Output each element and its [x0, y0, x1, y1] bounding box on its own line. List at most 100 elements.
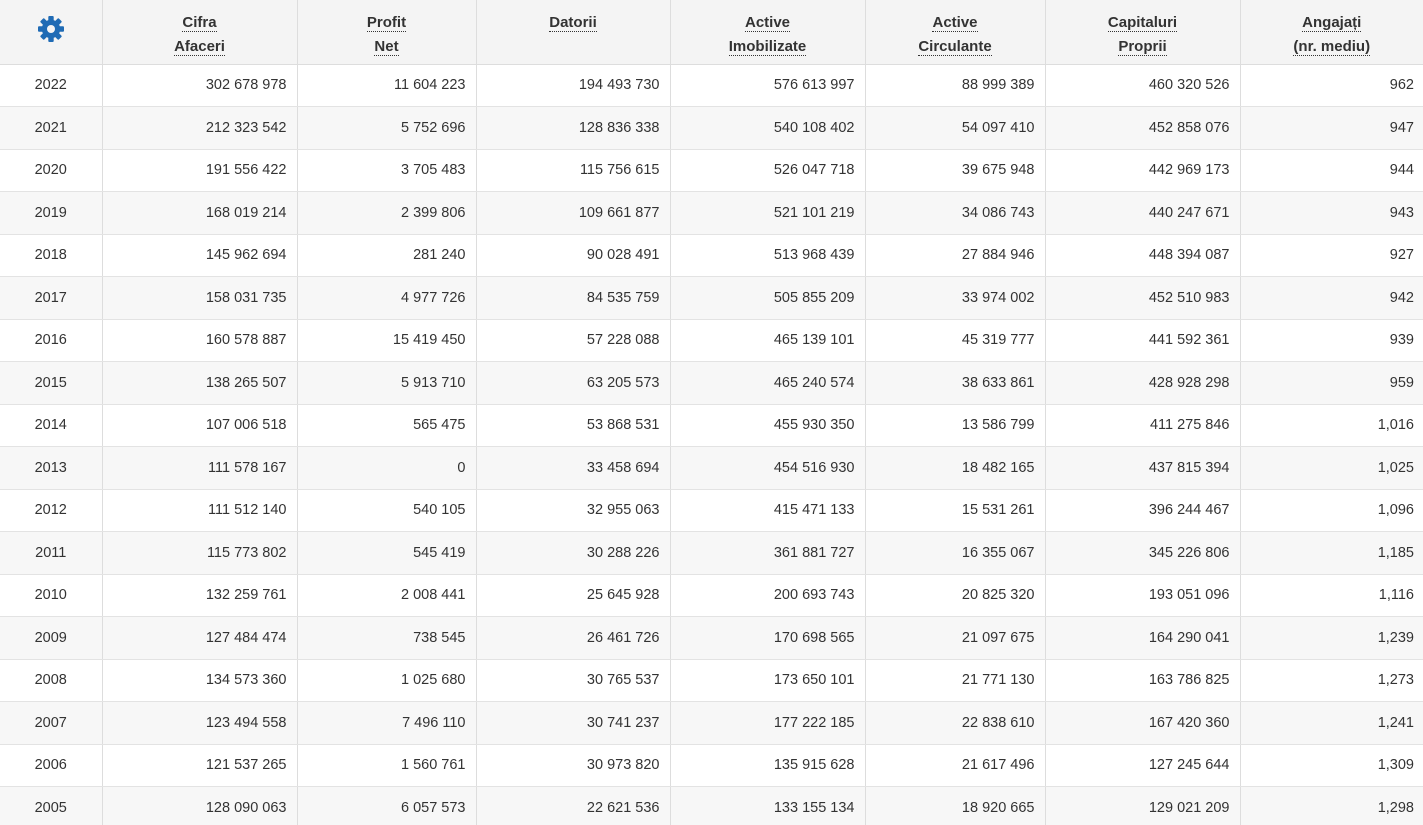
datorii-cell: 194 493 730: [476, 64, 671, 107]
capitaluri-proprii-cell: 437 815 394: [1045, 446, 1241, 490]
angajati-cell: 1,185: [1240, 531, 1423, 575]
column-header-profit-net[interactable]: Profit Net: [297, 0, 477, 65]
capitaluri-proprii-cell: 163 786 825: [1045, 659, 1241, 702]
capitaluri-proprii-cell: 193 051 096: [1045, 574, 1241, 617]
active-circulante-cell: 34 086 743: [865, 191, 1046, 235]
capitaluri-proprii-cell: 441 592 361: [1045, 319, 1241, 362]
active-circulante-cell: 21 617 496: [865, 744, 1046, 787]
angajati-cell: 1,309: [1240, 744, 1423, 787]
profit-net-cell: 2 008 441: [297, 574, 477, 617]
angajati-cell: 1,025: [1240, 446, 1423, 490]
active-imobilizate-cell: 177 222 185: [670, 701, 866, 745]
column-header-line2: Proprii: [1118, 38, 1167, 56]
profit-net-cell: 6 057 573: [297, 786, 477, 825]
table-row: 2012 111 512 140 540 105 32 955 063 415 …: [0, 489, 1423, 532]
active-circulante-cell: 18 482 165: [865, 446, 1046, 490]
datorii-cell: 30 973 820: [476, 744, 671, 787]
cifra-afaceri-cell: 111 512 140: [102, 489, 298, 532]
cifra-afaceri-cell: 132 259 761: [102, 574, 298, 617]
capitaluri-proprii-cell: 452 858 076: [1045, 106, 1241, 150]
capitaluri-proprii-cell: 460 320 526: [1045, 64, 1241, 107]
active-circulante-cell: 54 097 410: [865, 106, 1046, 150]
year-cell: 2011: [0, 531, 103, 575]
active-imobilizate-cell: 505 855 209: [670, 276, 866, 320]
active-imobilizate-cell: 576 613 997: [670, 64, 866, 107]
year-cell: 2013: [0, 446, 103, 490]
column-header-active-imobilizate[interactable]: Active Imobilizate: [670, 0, 866, 65]
active-imobilizate-cell: 415 471 133: [670, 489, 866, 532]
profit-net-cell: 7 496 110: [297, 701, 477, 745]
table-row: 2005 128 090 063 6 057 573 22 621 536 13…: [0, 786, 1423, 825]
datorii-cell: 128 836 338: [476, 106, 671, 150]
datorii-cell: 30 765 537: [476, 659, 671, 702]
cifra-afaceri-cell: 138 265 507: [102, 361, 298, 405]
table-row: 2016 160 578 887 15 419 450 57 228 088 4…: [0, 319, 1423, 362]
year-cell: 2006: [0, 744, 103, 787]
table-row: 2014 107 006 518 565 475 53 868 531 455 …: [0, 404, 1423, 447]
active-imobilizate-cell: 133 155 134: [670, 786, 866, 825]
table-header-row: Cifra Afaceri Profit Net Datorii Active …: [0, 0, 1423, 65]
angajati-cell: 1,241: [1240, 701, 1423, 745]
year-cell: 2021: [0, 106, 103, 150]
active-imobilizate-cell: 361 881 727: [670, 531, 866, 575]
year-cell: 2005: [0, 786, 103, 825]
profit-net-cell: 1 560 761: [297, 744, 477, 787]
gear-icon[interactable]: [37, 15, 65, 43]
profit-net-cell: 15 419 450: [297, 319, 477, 362]
datorii-cell: 30 288 226: [476, 531, 671, 575]
datorii-cell: 57 228 088: [476, 319, 671, 362]
active-circulante-cell: 45 319 777: [865, 319, 1046, 362]
capitaluri-proprii-cell: 396 244 467: [1045, 489, 1241, 532]
datorii-cell: 25 645 928: [476, 574, 671, 617]
column-header-line1: Capitaluri: [1107, 14, 1178, 32]
active-imobilizate-cell: 526 047 718: [670, 149, 866, 192]
active-imobilizate-cell: 465 240 574: [670, 361, 866, 405]
table-row: 2006 121 537 265 1 560 761 30 973 820 13…: [0, 744, 1423, 787]
active-imobilizate-cell: 170 698 565: [670, 616, 866, 660]
profit-net-cell: 5 752 696: [297, 106, 477, 150]
table-row: 2008 134 573 360 1 025 680 30 765 537 17…: [0, 659, 1423, 702]
year-cell: 2007: [0, 701, 103, 745]
gear-icon-svg: [37, 15, 64, 42]
column-header-line2: Circulante: [918, 38, 992, 56]
profit-net-cell: 540 105: [297, 489, 477, 532]
profit-net-cell: 4 977 726: [297, 276, 477, 320]
angajati-cell: 939: [1240, 319, 1423, 362]
active-circulante-cell: 38 633 861: [865, 361, 1046, 405]
capitaluri-proprii-cell: 411 275 846: [1045, 404, 1241, 447]
cifra-afaceri-cell: 134 573 360: [102, 659, 298, 702]
column-header-cifra-afaceri[interactable]: Cifra Afaceri: [102, 0, 298, 65]
cifra-afaceri-cell: 145 962 694: [102, 234, 298, 277]
table-row: 2010 132 259 761 2 008 441 25 645 928 20…: [0, 574, 1423, 617]
angajati-cell: 1,298: [1240, 786, 1423, 825]
active-imobilizate-cell: 200 693 743: [670, 574, 866, 617]
column-header-capitaluri-proprii[interactable]: Capitaluri Proprii: [1045, 0, 1241, 65]
profit-net-cell: 738 545: [297, 616, 477, 660]
financial-table: Cifra Afaceri Profit Net Datorii Active …: [0, 0, 1423, 825]
column-header-line2: Net: [374, 38, 399, 56]
angajati-cell: 942: [1240, 276, 1423, 320]
active-circulante-cell: 88 999 389: [865, 64, 1046, 107]
angajati-cell: 947: [1240, 106, 1423, 150]
table-row: 2021 212 323 542 5 752 696 128 836 338 5…: [0, 106, 1423, 150]
cifra-afaceri-cell: 212 323 542: [102, 106, 298, 150]
year-cell: 2018: [0, 234, 103, 277]
capitaluri-proprii-cell: 440 247 671: [1045, 191, 1241, 235]
column-header-datorii[interactable]: Datorii: [476, 0, 671, 65]
capitaluri-proprii-cell: 167 420 360: [1045, 701, 1241, 745]
active-imobilizate-cell: 455 930 350: [670, 404, 866, 447]
datorii-cell: 26 461 726: [476, 616, 671, 660]
active-circulante-cell: 15 531 261: [865, 489, 1046, 532]
year-cell: 2010: [0, 574, 103, 617]
capitaluri-proprii-cell: 452 510 983: [1045, 276, 1241, 320]
angajati-cell: 943: [1240, 191, 1423, 235]
cifra-afaceri-cell: 160 578 887: [102, 319, 298, 362]
column-header-active-circulante[interactable]: Active Circulante: [865, 0, 1046, 65]
datorii-cell: 22 621 536: [476, 786, 671, 825]
datorii-cell: 32 955 063: [476, 489, 671, 532]
column-header-angajati[interactable]: Angajați (nr. mediu): [1240, 0, 1423, 65]
profit-net-cell: 11 604 223: [297, 64, 477, 107]
table-row: 2018 145 962 694 281 240 90 028 491 513 …: [0, 234, 1423, 277]
table-row: 2013 111 578 167 0 33 458 694 454 516 93…: [0, 446, 1423, 490]
table-row: 2015 138 265 507 5 913 710 63 205 573 46…: [0, 361, 1423, 405]
